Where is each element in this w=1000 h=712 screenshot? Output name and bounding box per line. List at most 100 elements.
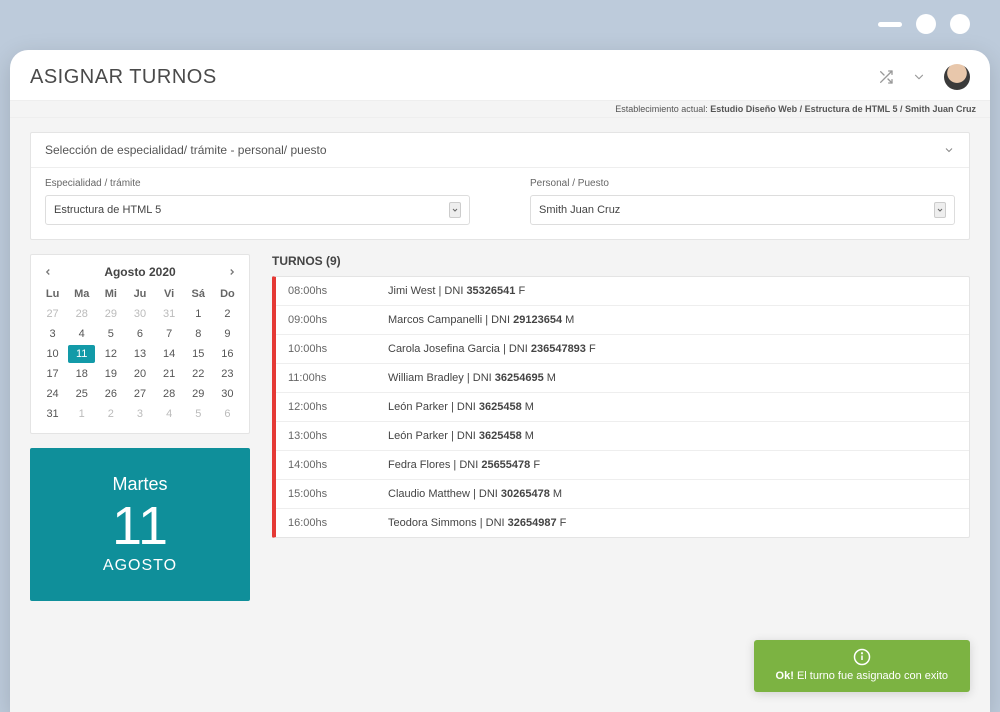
calendar-day[interactable]: 4 (156, 405, 183, 423)
turno-detail: Marcos Campanelli | DNI 29123654 M (388, 314, 957, 326)
breadcrumb-label: Establecimiento actual: (615, 104, 708, 114)
calendar-dow: Ma (68, 285, 95, 303)
os-window-controls (878, 14, 970, 34)
turno-row[interactable]: 11:00hsWilliam Bradley | DNI 36254695 M (276, 364, 969, 393)
window-circle-1-icon[interactable] (916, 14, 936, 34)
calendar-day[interactable]: 31 (39, 405, 66, 423)
calendar-day[interactable]: 7 (156, 325, 183, 343)
toast-strong: Ok! (776, 670, 794, 682)
calendar-day[interactable]: 25 (68, 385, 95, 403)
calendar-day[interactable]: 18 (68, 365, 95, 383)
turno-row[interactable]: 14:00hsFedra Flores | DNI 25655478 F (276, 451, 969, 480)
personal-select[interactable]: Smith Juan Cruz (530, 195, 955, 225)
calendar-day[interactable]: 6 (214, 405, 241, 423)
info-icon (776, 648, 948, 666)
calendar-day[interactable]: 30 (214, 385, 241, 403)
turno-row[interactable]: 13:00hsLeón Parker | DNI 3625458 M (276, 422, 969, 451)
calendar-day[interactable]: 29 (97, 305, 124, 323)
calendar-day[interactable]: 19 (97, 365, 124, 383)
shuffle-icon[interactable] (878, 69, 894, 85)
selected-date-card: Martes 11 AGOSTO (30, 448, 250, 601)
turno-time: 11:00hs (288, 372, 388, 384)
calendar-day[interactable]: 28 (68, 305, 95, 323)
personal-field: Personal / Puesto Smith Juan Cruz (530, 178, 955, 225)
calendar-dow: Lu (39, 285, 66, 303)
toast-msg: El turno fue asignado con exito (794, 670, 948, 682)
calendar-day[interactable]: 3 (126, 405, 153, 423)
turno-detail: Claudio Matthew | DNI 30265478 M (388, 488, 957, 500)
turno-row[interactable]: 16:00hsTeodora Simmons | DNI 32654987 F (276, 509, 969, 537)
calendar-day[interactable]: 12 (97, 345, 124, 363)
calendar-day[interactable]: 4 (68, 325, 95, 343)
calendar-day[interactable]: 10 (39, 345, 66, 363)
turno-time: 09:00hs (288, 314, 388, 326)
calendar-day[interactable]: 27 (126, 385, 153, 403)
avatar[interactable] (944, 64, 970, 90)
calendar-day[interactable]: 5 (185, 405, 212, 423)
turno-row[interactable]: 15:00hsClaudio Matthew | DNI 30265478 M (276, 480, 969, 509)
calendar-day[interactable]: 21 (156, 365, 183, 383)
calendar-day[interactable]: 30 (126, 305, 153, 323)
calendar-day[interactable]: 23 (214, 365, 241, 383)
window-circle-2-icon[interactable] (950, 14, 970, 34)
dropdown-icon (449, 202, 461, 218)
turno-detail: Jimi West | DNI 35326541 F (388, 285, 957, 297)
calendar-day[interactable]: 14 (156, 345, 183, 363)
calendar-day[interactable]: 6 (126, 325, 153, 343)
page-title: ASIGNAR TURNOS (30, 66, 217, 89)
minimize-icon[interactable] (878, 22, 902, 27)
chevron-down-icon (943, 144, 955, 156)
turno-row[interactable]: 08:00hsJimi West | DNI 35326541 F (276, 277, 969, 306)
calendar-day[interactable]: 1 (68, 405, 95, 423)
calendar-day[interactable]: 29 (185, 385, 212, 403)
calendar-day[interactable]: 15 (185, 345, 212, 363)
turno-detail: León Parker | DNI 3625458 M (388, 401, 957, 413)
turno-time: 12:00hs (288, 401, 388, 413)
speciality-label: Especialidad / trámite (45, 178, 470, 189)
selection-panel-header[interactable]: Selección de especialidad/ trámite - per… (31, 133, 969, 168)
speciality-field: Especialidad / trámite Estructura de HTM… (45, 178, 470, 225)
calendar-day[interactable]: 20 (126, 365, 153, 383)
calendar-day[interactable]: 13 (126, 345, 153, 363)
calendar-day[interactable]: 28 (156, 385, 183, 403)
calendar-day[interactable]: 3 (39, 325, 66, 343)
turno-row[interactable]: 12:00hsLeón Parker | DNI 3625458 M (276, 393, 969, 422)
date-card-dow: Martes (40, 474, 240, 495)
calendar-dow: Mi (97, 285, 124, 303)
speciality-value: Estructura de HTML 5 (54, 204, 161, 216)
turno-row[interactable]: 09:00hsMarcos Campanelli | DNI 29123654 … (276, 306, 969, 335)
turnos-title: TURNOS (9) (272, 254, 970, 268)
calendar-prev-button[interactable] (39, 267, 57, 277)
selection-panel: Selección de especialidad/ trámite - per… (30, 132, 970, 240)
calendar-day[interactable]: 31 (156, 305, 183, 323)
calendar-day[interactable]: 16 (214, 345, 241, 363)
calendar-day[interactable]: 2 (97, 405, 124, 423)
speciality-select[interactable]: Estructura de HTML 5 (45, 195, 470, 225)
turno-time: 10:00hs (288, 343, 388, 355)
header: ASIGNAR TURNOS (10, 50, 990, 100)
success-toast: Ok! El turno fue asignado con exito (754, 640, 970, 692)
calendar-day[interactable]: 9 (214, 325, 241, 343)
calendar-dow: Sá (185, 285, 212, 303)
calendar-grid: LuMaMiJuViSáDo27282930311234567891011121… (39, 285, 241, 423)
turno-time: 16:00hs (288, 517, 388, 529)
turno-detail: Carola Josefina Garcia | DNI 236547893 F (388, 343, 957, 355)
turno-row[interactable]: 10:00hsCarola Josefina Garcia | DNI 2365… (276, 335, 969, 364)
calendar-day[interactable]: 5 (97, 325, 124, 343)
calendar-day[interactable]: 11 (68, 345, 95, 363)
calendar-day[interactable]: 8 (185, 325, 212, 343)
calendar: Agosto 2020 LuMaMiJuViSáDo27282930311234… (30, 254, 250, 434)
calendar-day[interactable]: 27 (39, 305, 66, 323)
app-window: ASIGNAR TURNOS Establecimiento actual: E… (10, 50, 990, 712)
calendar-day[interactable]: 2 (214, 305, 241, 323)
calendar-day[interactable]: 26 (97, 385, 124, 403)
chevron-down-icon[interactable] (912, 70, 926, 84)
calendar-day[interactable]: 1 (185, 305, 212, 323)
calendar-next-button[interactable] (223, 267, 241, 277)
calendar-day[interactable]: 24 (39, 385, 66, 403)
turno-time: 14:00hs (288, 459, 388, 471)
calendar-day[interactable]: 17 (39, 365, 66, 383)
turno-time: 08:00hs (288, 285, 388, 297)
personal-value: Smith Juan Cruz (539, 204, 620, 216)
calendar-day[interactable]: 22 (185, 365, 212, 383)
